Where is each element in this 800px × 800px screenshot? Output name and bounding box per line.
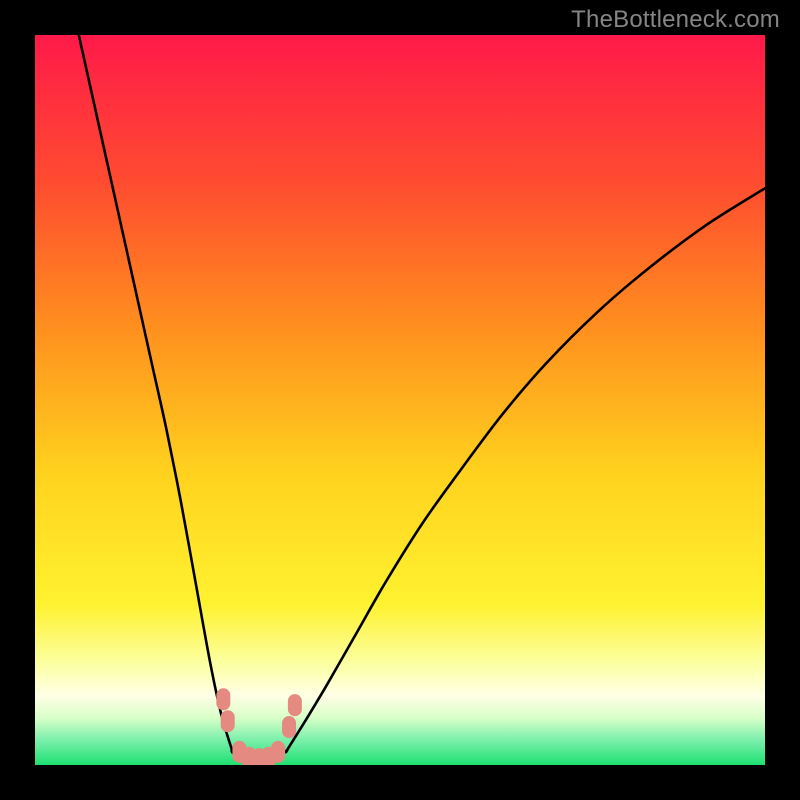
curve-layer	[35, 35, 765, 765]
valley-markers	[216, 688, 302, 765]
bottleneck-curve	[79, 35, 765, 762]
watermark-text: TheBottleneck.com	[571, 6, 780, 34]
plot-area	[35, 35, 765, 765]
marker-capsule	[221, 710, 235, 732]
marker-capsule	[216, 688, 230, 710]
outer-frame: TheBottleneck.com	[0, 0, 800, 800]
marker-capsule	[282, 716, 296, 738]
marker-capsule	[288, 694, 302, 716]
marker-capsule	[271, 741, 285, 763]
